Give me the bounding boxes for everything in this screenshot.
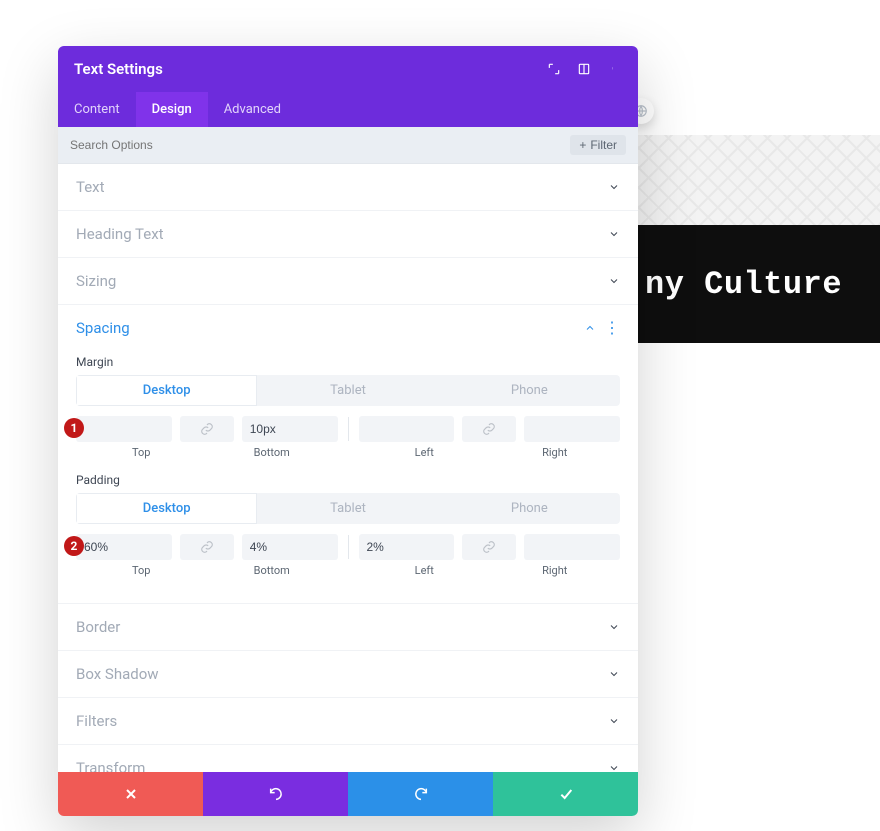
section-filters-title: Filters — [76, 712, 117, 730]
canvas-heading-text: ny Culture — [645, 266, 842, 303]
link-icon[interactable] — [180, 534, 234, 560]
canvas-pattern-strip — [635, 135, 880, 225]
margin-right-input[interactable] — [532, 422, 612, 436]
link-icon[interactable] — [462, 534, 516, 560]
section-box-shadow-title: Box Shadow — [76, 665, 159, 683]
save-button[interactable] — [493, 772, 638, 816]
section-border[interactable]: Border — [58, 604, 638, 650]
margin-device-tablet[interactable]: Tablet — [257, 375, 438, 406]
canvas-heading-band: ny Culture — [635, 225, 880, 343]
margin-device-tabs: Desktop Tablet Phone — [76, 375, 620, 406]
padding-left-input[interactable] — [367, 540, 447, 554]
margin-device-desktop[interactable]: Desktop — [76, 375, 257, 406]
chevron-down-icon — [608, 668, 620, 680]
chevron-down-icon — [608, 715, 620, 727]
margin-side-labels: Top Bottom Left Right — [76, 446, 620, 459]
section-transform-title: Transform — [76, 759, 145, 772]
chevron-down-icon — [608, 275, 620, 287]
vertical-divider — [348, 417, 349, 441]
modal-header: Text Settings Content Design Advanced — [58, 46, 638, 127]
padding-label: Padding — [76, 473, 620, 487]
filter-button[interactable]: +Filter — [570, 135, 626, 155]
chevron-up-icon — [584, 322, 596, 334]
search-input[interactable] — [70, 138, 570, 152]
tab-design[interactable]: Design — [136, 92, 208, 127]
chevron-down-icon — [608, 181, 620, 193]
section-box-shadow[interactable]: Box Shadow — [58, 651, 638, 697]
link-icon[interactable] — [180, 416, 234, 442]
chevron-down-icon — [608, 621, 620, 633]
padding-bottom-input[interactable] — [250, 540, 330, 554]
section-filters[interactable]: Filters — [58, 698, 638, 744]
section-spacing-menu-icon[interactable]: ⋮ — [604, 320, 620, 336]
padding-right-input[interactable] — [532, 540, 612, 554]
padding-device-phone[interactable]: Phone — [439, 493, 620, 524]
section-heading-text-title: Heading Text — [76, 225, 164, 243]
section-transform[interactable]: Transform — [58, 745, 638, 772]
section-text[interactable]: Text — [58, 164, 638, 210]
tab-content[interactable]: Content — [58, 92, 136, 127]
tab-advanced[interactable]: Advanced — [208, 92, 297, 127]
redo-button[interactable] — [348, 772, 493, 816]
section-spacing[interactable]: Spacing ⋮ — [58, 305, 638, 351]
modal-tabs: Content Design Advanced — [58, 92, 638, 127]
padding-device-desktop[interactable]: Desktop — [76, 493, 257, 524]
padding-top-input[interactable] — [84, 540, 164, 554]
margin-label: Margin — [76, 355, 620, 369]
padding-device-tablet[interactable]: Tablet — [257, 493, 438, 524]
padding-device-tabs: Desktop Tablet Phone — [76, 493, 620, 524]
callout-1: 1 — [64, 418, 84, 438]
modal-body[interactable]: Text Heading Text Sizing Spacin — [58, 164, 638, 772]
padding-side-labels: Top Bottom Left Right — [76, 564, 620, 577]
panel-layout-icon[interactable] — [576, 61, 592, 77]
section-text-title: Text — [76, 178, 105, 196]
modal-footer — [58, 772, 638, 816]
section-sizing-title: Sizing — [76, 272, 116, 290]
margin-values-row: 1 — [76, 416, 620, 442]
chevron-down-icon — [608, 228, 620, 240]
link-icon[interactable] — [462, 416, 516, 442]
margin-bottom-input[interactable] — [250, 422, 330, 436]
padding-values-row: 2 — [76, 534, 620, 560]
vertical-divider — [348, 535, 349, 559]
section-spacing-body: Margin Desktop Tablet Phone 1 — [58, 355, 638, 603]
section-border-title: Border — [76, 618, 120, 636]
margin-left-input[interactable] — [367, 422, 447, 436]
expand-icon[interactable] — [546, 61, 562, 77]
chevron-down-icon — [608, 762, 620, 772]
modal-title: Text Settings — [74, 60, 163, 78]
more-menu-icon[interactable] — [606, 61, 622, 77]
callout-2: 2 — [64, 536, 84, 556]
settings-modal: Text Settings Content Design Advanced — [58, 46, 638, 816]
margin-device-phone[interactable]: Phone — [439, 375, 620, 406]
search-bar: +Filter — [58, 127, 638, 164]
section-spacing-title: Spacing — [76, 319, 130, 337]
margin-top-input[interactable] — [84, 422, 164, 436]
close-button[interactable] — [58, 772, 203, 816]
section-sizing[interactable]: Sizing — [58, 258, 638, 304]
undo-button[interactable] — [203, 772, 348, 816]
filter-button-label: Filter — [590, 138, 617, 152]
section-heading-text[interactable]: Heading Text — [58, 211, 638, 257]
